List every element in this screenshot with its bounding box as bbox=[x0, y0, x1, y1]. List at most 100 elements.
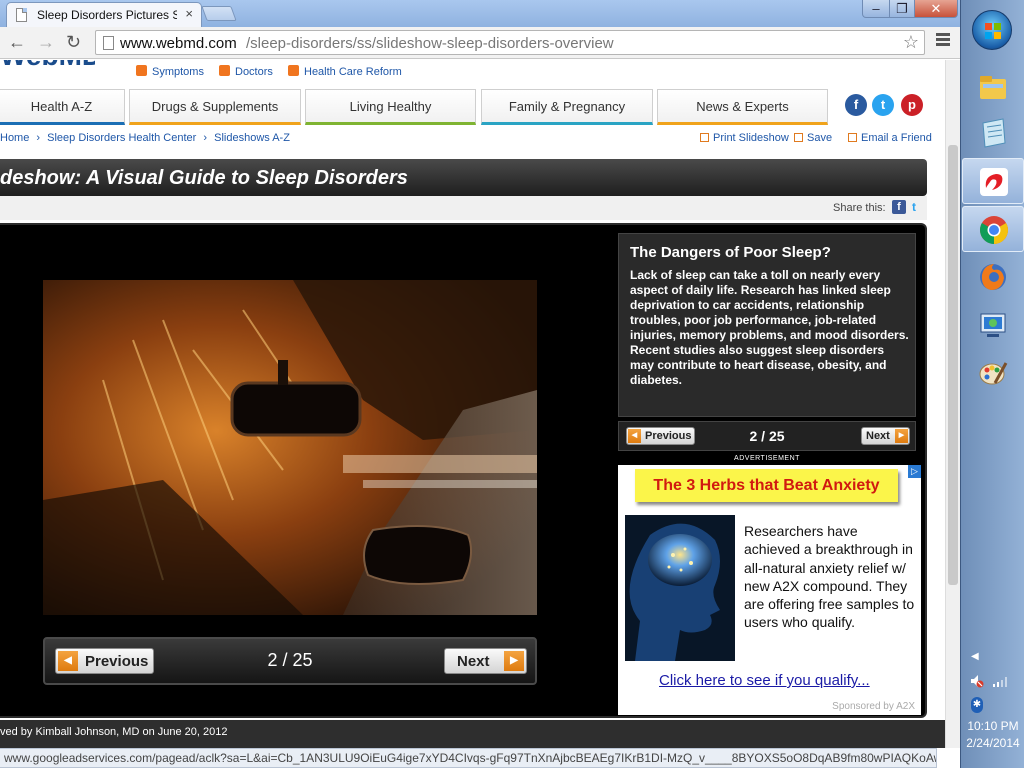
scrollbar-thumb[interactable] bbox=[948, 145, 958, 585]
nav-tab-news-experts[interactable]: News & Experts bbox=[657, 89, 828, 125]
nav-tab-label: Drugs & Supplements bbox=[151, 99, 279, 114]
utility-link-symptoms[interactable]: Symptoms bbox=[136, 65, 204, 78]
adchoices-icon[interactable]: ▷ bbox=[908, 465, 921, 478]
email-icon bbox=[848, 133, 857, 142]
utility-link-label: Health Care Reform bbox=[304, 66, 402, 78]
url-path: /sleep-disorders/ss/slideshow-sleep-diso… bbox=[246, 35, 614, 52]
url-domain: www.webmd.com bbox=[120, 35, 237, 52]
side-next-button[interactable]: Next ▶ bbox=[861, 427, 910, 445]
share-bar: Share this: f t bbox=[0, 196, 927, 220]
status-bar: www.googleadservices.com/pagead/aclk?sa=… bbox=[0, 748, 937, 768]
person-icon bbox=[136, 65, 147, 76]
bookmark-icon bbox=[794, 133, 803, 142]
maximize-button[interactable]: ❐ bbox=[889, 0, 915, 18]
screen: Sleep Disorders Pictures Sl × – ❐ ✕ ← → … bbox=[0, 0, 1024, 768]
back-arrow-icon[interactable]: ← bbox=[8, 32, 26, 53]
reload-icon[interactable]: ↻ bbox=[66, 32, 81, 53]
ad-headline[interactable]: The 3 Herbs that Beat Anxiety bbox=[635, 469, 898, 502]
print-slideshow-link[interactable]: Print Slideshow bbox=[700, 132, 789, 144]
forward-arrow-icon[interactable]: → bbox=[37, 32, 55, 53]
page-icon bbox=[16, 8, 27, 22]
breadcrumb-home[interactable]: Home bbox=[0, 132, 29, 144]
action-label: Save bbox=[807, 132, 833, 144]
utility-link-doctors[interactable]: Doctors bbox=[219, 65, 273, 78]
next-label: Next bbox=[866, 430, 890, 442]
bookmark-star-icon[interactable]: ☆ bbox=[903, 32, 919, 53]
reviewed-by-text: ved by Kimball Johnson, MD on June 20, 2… bbox=[0, 726, 228, 738]
signal-strength-icon[interactable] bbox=[993, 676, 1009, 687]
right-arrow-icon: ▶ bbox=[895, 429, 908, 443]
slide-text: Lack of sleep can take a toll on nearly … bbox=[630, 268, 909, 387]
paint-icon bbox=[979, 362, 1008, 385]
start-button[interactable] bbox=[972, 10, 1012, 50]
advertisement[interactable]: ▷ The 3 Herbs that Beat Anxiety Research… bbox=[618, 465, 921, 715]
action-label: Email a Friend bbox=[861, 132, 932, 144]
tab-title: Sleep Disorders Pictures Sl bbox=[37, 8, 177, 22]
nav-tab-label: Family & Pregnancy bbox=[508, 99, 626, 114]
twitter-icon[interactable]: t bbox=[872, 94, 894, 116]
browser-menu-icon[interactable] bbox=[936, 33, 950, 48]
nav-tab-drugs-supplements[interactable]: Drugs & Supplements bbox=[129, 89, 301, 125]
twitter-share-icon[interactable]: t bbox=[912, 200, 916, 214]
nav-tab-health-a-z[interactable]: Health A-Z bbox=[0, 89, 125, 125]
nav-tab-label: Health A-Z bbox=[30, 99, 93, 114]
bluetooth-icon[interactable]: ✱ bbox=[971, 697, 983, 713]
save-link[interactable]: Save bbox=[794, 132, 832, 144]
breadcrumb-separator: › bbox=[203, 132, 208, 144]
chrome-icon bbox=[980, 216, 1008, 244]
slide-text-panel: The Dangers of Poor Sleep? Lack of sleep… bbox=[618, 233, 916, 417]
next-label: Next bbox=[457, 653, 490, 670]
page-icon bbox=[103, 36, 114, 50]
taskbar-item-paint[interactable] bbox=[962, 350, 1024, 396]
ad-body[interactable]: Researchers have achieved a breakthrough… bbox=[744, 522, 916, 632]
ad-qualify-link[interactable]: Click here to see if you qualify... bbox=[659, 672, 870, 689]
address-bar[interactable]: www.webmd.com /sleep-disorders/ss/slides… bbox=[95, 30, 925, 55]
file-explorer-icon bbox=[980, 76, 1006, 99]
breadcrumb-separator: › bbox=[36, 132, 41, 144]
clock-time[interactable]: 10:10 PM bbox=[961, 719, 1024, 733]
nav-tab-family-pregnancy[interactable]: Family & Pregnancy bbox=[481, 89, 653, 125]
main-nav: Health A-Z Drugs & Supplements Living He… bbox=[0, 89, 945, 125]
clock-date[interactable]: 2/24/2014 bbox=[961, 736, 1024, 750]
close-window-button[interactable]: ✕ bbox=[914, 0, 958, 18]
print-icon bbox=[700, 133, 709, 142]
pinterest-icon[interactable]: p bbox=[901, 94, 923, 116]
breadcrumb-slideshows[interactable]: Slideshows A-Z bbox=[214, 132, 290, 144]
side-slide-controls: ◀ Previous 2 / 25 Next ▶ bbox=[618, 421, 916, 451]
browser-titlebar: Sleep Disorders Pictures Sl × – ❐ ✕ bbox=[0, 0, 960, 27]
browser-tab[interactable]: Sleep Disorders Pictures Sl × bbox=[6, 2, 202, 27]
taskbar-item-notepad[interactable] bbox=[962, 110, 1024, 156]
airtel-icon bbox=[980, 168, 1008, 196]
taskbar-item-explorer[interactable] bbox=[962, 64, 1024, 110]
page-title: deshow: A Visual Guide to Sleep Disorder… bbox=[0, 167, 408, 189]
utility-link-label: Doctors bbox=[235, 66, 273, 78]
next-button[interactable]: Next ▶ bbox=[444, 648, 527, 674]
show-hidden-icons-icon[interactable]: ◀ bbox=[971, 651, 979, 662]
minimize-button[interactable]: – bbox=[862, 0, 890, 18]
facebook-icon[interactable]: f bbox=[845, 94, 867, 116]
browser-toolbar: ← → ↻ www.webmd.com /sleep-disorders/ss/… bbox=[0, 27, 960, 59]
email-friend-link[interactable]: Email a Friend bbox=[848, 132, 932, 144]
volume-muted-icon[interactable] bbox=[970, 674, 984, 688]
share-label: Share this: bbox=[833, 202, 886, 214]
remote-desktop-icon bbox=[980, 313, 1006, 337]
webmd-logo[interactable]: WebMD bbox=[0, 60, 95, 68]
taskbar-item-remote-desktop[interactable] bbox=[962, 302, 1024, 348]
utility-link-label: Symptoms bbox=[152, 66, 204, 78]
tab-close-icon[interactable]: × bbox=[185, 6, 193, 21]
ad-brain-image[interactable] bbox=[625, 515, 735, 661]
breadcrumb-health-center[interactable]: Sleep Disorders Health Center bbox=[47, 132, 196, 144]
doctor-icon bbox=[219, 65, 230, 76]
page-scrollbar[interactable] bbox=[945, 60, 960, 748]
breadcrumb: Home › Sleep Disorders Health Center › S… bbox=[0, 132, 290, 144]
nav-tab-living-healthy[interactable]: Living Healthy bbox=[305, 89, 476, 125]
facebook-share-icon[interactable]: f bbox=[892, 200, 906, 214]
new-tab-button[interactable] bbox=[201, 6, 237, 21]
taskbar-item-firefox[interactable] bbox=[962, 254, 1024, 300]
utility-link-health-care-reform[interactable]: Health Care Reform bbox=[288, 65, 402, 78]
nav-tab-label: News & Experts bbox=[696, 99, 789, 114]
status-url: www.googleadservices.com/pagead/aclk?sa=… bbox=[4, 751, 937, 765]
taskbar-item-airtel[interactable] bbox=[962, 158, 1024, 204]
notepad-icon bbox=[982, 118, 1006, 148]
taskbar-item-chrome[interactable] bbox=[962, 206, 1024, 252]
